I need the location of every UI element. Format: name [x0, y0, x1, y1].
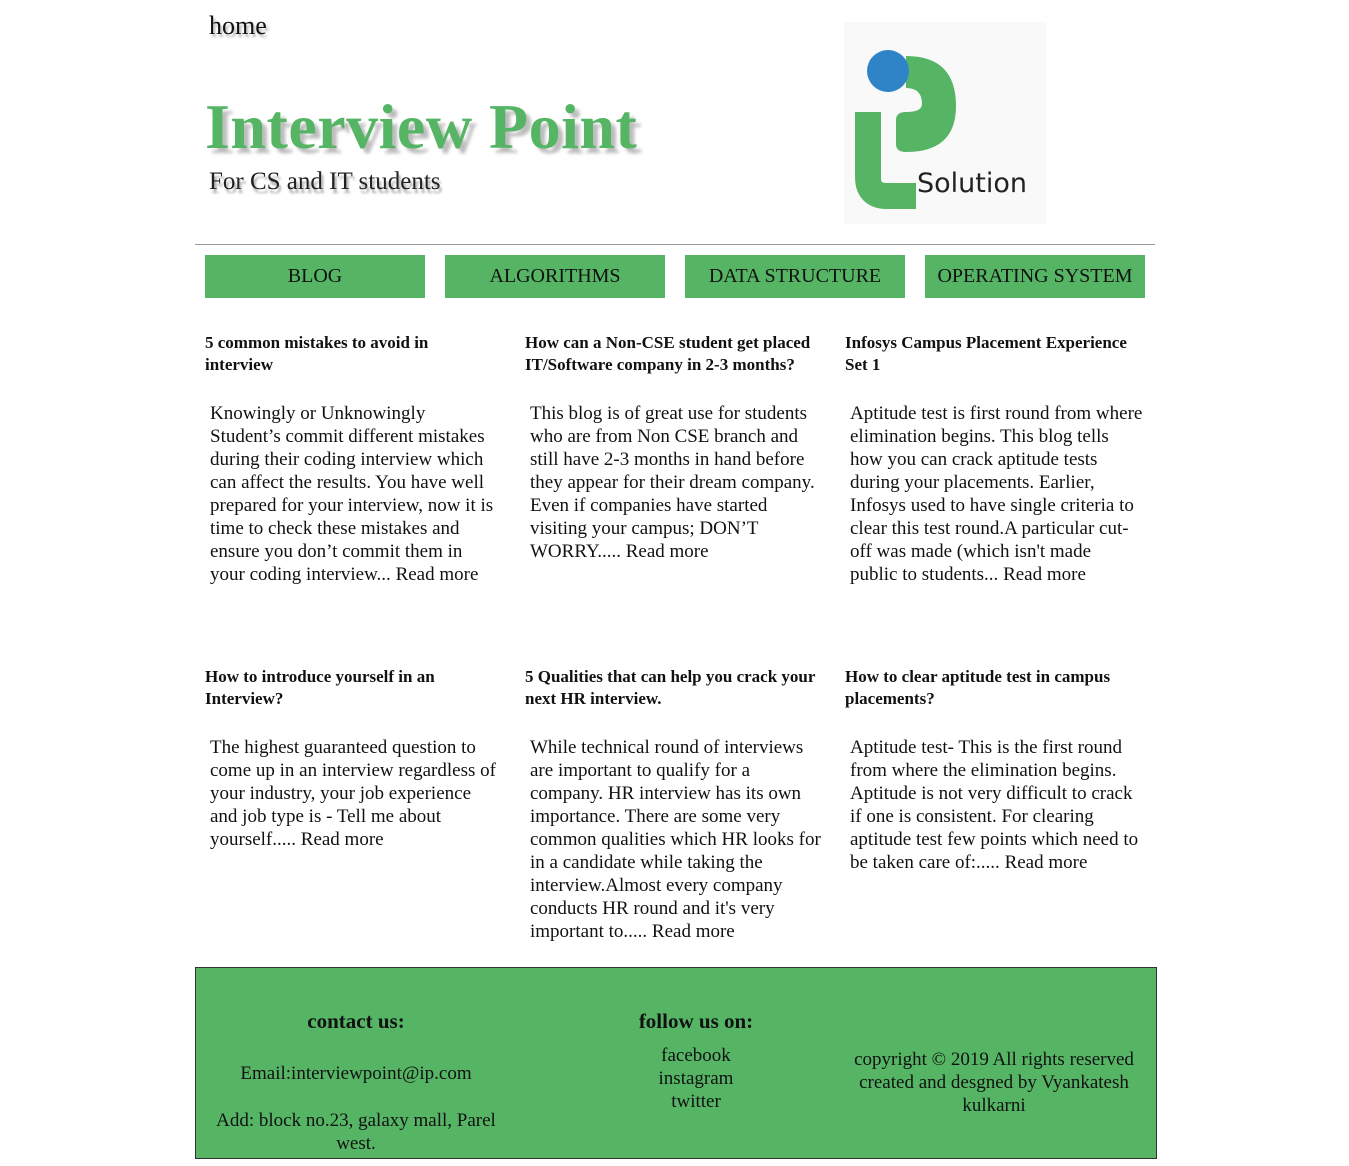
post-excerpt: Knowingly or Unknowingly Student’s commi… [205, 402, 500, 586]
post-card: How can a Non-CSE student get placed IT/… [525, 332, 820, 563]
post-excerpt: The highest guaranteed question to come … [205, 736, 500, 851]
site-footer: contact us: Email:interviewpoint@ip.com … [195, 967, 1157, 1159]
post-excerpt: While technical round of interviews are … [525, 736, 822, 943]
facebook-link[interactable]: facebook [586, 1044, 806, 1067]
post-card: 5 common mistakes to avoid in interview … [205, 332, 500, 586]
contact-heading: contact us: [307, 1009, 405, 1033]
copyright-text: copyright © 2019 All rights reserved cre… [854, 1049, 1134, 1116]
read-more-link[interactable]: Read more [396, 564, 479, 585]
post-excerpt-text: While technical round of interviews are … [530, 737, 821, 942]
read-more-link[interactable]: Read more [301, 829, 384, 850]
social-links: facebook instagram twitter [586, 1044, 806, 1113]
contact-address: Add: block no.23, galaxy mall, Parel wes… [216, 1110, 496, 1154]
twitter-link[interactable]: twitter [586, 1090, 806, 1113]
post-excerpt: Aptitude test- This is the first round f… [845, 736, 1143, 874]
post-title: Infosys Campus Placement Experience Set … [845, 333, 1127, 374]
contact-email: Email:interviewpoint@ip.com [240, 1063, 472, 1084]
post-excerpt: Aptitude test is first round from where … [845, 402, 1143, 586]
post-card: 5 Qualities that can help you crack your… [525, 666, 822, 943]
nav-blog-button[interactable]: BLOG [205, 255, 425, 298]
post-excerpt-text: Aptitude test- This is the first round f… [850, 737, 1139, 873]
post-excerpt-text: Aptitude test is first round from where … [850, 403, 1143, 585]
nav-data-structure-button[interactable]: DATA STRUCTURE [685, 255, 905, 298]
copyright-section: copyright © 2019 All rights reserved cre… [844, 1048, 1144, 1117]
post-title: 5 Qualities that can help you crack your… [525, 667, 816, 708]
read-more-link[interactable]: Read more [652, 921, 735, 942]
post-card: How to introduce yourself in an Intervie… [205, 666, 500, 851]
nav-algorithms-button[interactable]: ALGORITHMS [445, 255, 665, 298]
site-tagline: For CS and IT students [209, 168, 441, 195]
read-more-link[interactable]: Read more [626, 541, 709, 562]
page: home Interview Point For CS and IT stude… [0, 0, 1349, 1166]
post-card: Infosys Campus Placement Experience Set … [845, 332, 1143, 586]
post-title: 5 common mistakes to avoid in interview [205, 333, 429, 374]
post-card: How to clear aptitude test in campus pla… [845, 666, 1143, 874]
follow-heading: follow us on: [638, 1009, 754, 1033]
read-more-link[interactable]: Read more [1005, 852, 1088, 873]
follow-section: follow us on: facebook instagram twitter [586, 1008, 806, 1113]
post-excerpt: This blog is of great use for students w… [525, 402, 820, 563]
home-link[interactable]: home [209, 11, 267, 41]
post-title: How can a Non-CSE student get placed IT/… [525, 333, 811, 374]
main-nav: BLOG ALGORITHMS DATA STRUCTURE OPERATING… [205, 255, 1145, 298]
ip-solution-logo: Solution [844, 22, 1046, 224]
nav-operating-system-button[interactable]: OPERATING SYSTEM [925, 255, 1145, 298]
read-more-link[interactable]: Read more [1003, 564, 1086, 585]
post-excerpt-text: Knowingly or Unknowingly Student’s commi… [210, 403, 494, 585]
post-excerpt-text: This blog is of great use for students w… [530, 403, 815, 562]
post-title: How to clear aptitude test in campus pla… [845, 667, 1111, 708]
instagram-link[interactable]: instagram [586, 1067, 806, 1090]
post-title: How to introduce yourself in an Intervie… [205, 667, 435, 708]
logo-text: Solution [917, 168, 1027, 199]
contact-section: contact us: Email:interviewpoint@ip.com … [216, 1008, 496, 1155]
header-divider [195, 244, 1155, 245]
site-title: Interview Point [205, 91, 638, 162]
